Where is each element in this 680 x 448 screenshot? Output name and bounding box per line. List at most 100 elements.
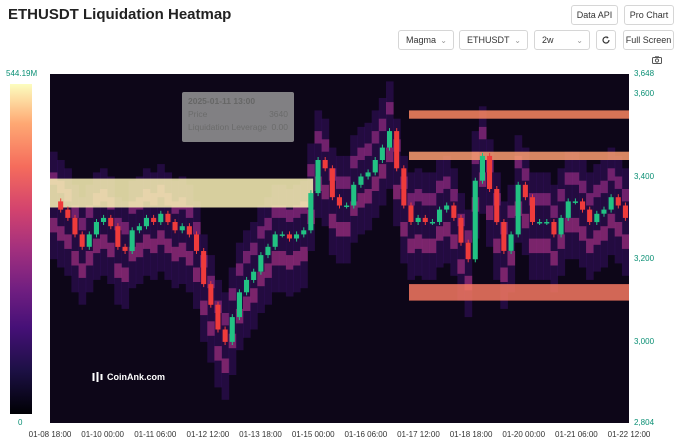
candle [72,217,78,235]
candle [379,147,385,160]
coinank-logo-icon [92,372,103,382]
watermark: CoinAnk.com [92,372,165,382]
candle [394,131,400,169]
heatmap-cell [579,226,587,241]
heatmap-cell [521,213,530,229]
heatmap-cell [407,238,415,254]
heatmap-cell [335,222,344,237]
page-title: ETHUSDT Liquidation Heatmap [8,6,232,23]
candle [358,176,364,185]
heatmap-cell [271,251,280,266]
heatmap-cell [614,176,623,189]
heatmap-cell [621,234,629,249]
candle [208,284,214,305]
heatmap-cell [371,176,380,191]
heatmap-cell [421,193,430,206]
heatmap-cell [343,155,351,264]
symbol-select[interactable]: ETHUSDT ⌄ [459,30,528,50]
refresh-button[interactable] [596,30,616,50]
liquidation-heatmap[interactable] [50,74,629,423]
liquidation-band [409,151,629,160]
x-tick-label: 01-20 00:00 [502,430,546,439]
heatmap-cell [293,251,301,266]
heatmap-cell [593,230,601,245]
heatmap-cell [586,238,594,254]
candle [308,193,314,231]
candle [494,189,500,223]
y-tick-label: 3,600 [634,88,655,98]
refresh-icon [602,36,610,44]
watermark-text: CoinAnk.com [107,372,166,382]
full-screen-button[interactable]: Full Screen [623,30,674,50]
pro-chart-button[interactable]: Pro Chart [624,5,674,25]
candle [365,172,371,177]
candle [179,226,185,231]
candle [315,160,321,194]
heatmap-cell [436,180,444,194]
palette-select[interactable]: Magma ⌄ [398,30,454,50]
data-api-button[interactable]: Data API [571,5,618,25]
candle [58,201,64,210]
heatmap-cell [428,238,437,254]
candle [151,217,157,222]
candle [615,197,621,206]
candle [279,234,285,236]
liquidation-band [409,110,629,119]
heatmap-cell [185,251,194,266]
heatmap-cell [321,184,330,200]
heatmap-cell [207,255,215,363]
y-tick-label: 3,648 [634,69,655,78]
heatmap-cell [235,263,244,276]
candle [372,160,378,173]
timeframe-value: 2w [542,35,554,45]
x-tick-label: 01-15 00:00 [291,430,335,439]
heatmap-cell [150,238,158,254]
candle [465,242,471,260]
heatmap-cell [393,184,401,200]
candle [251,271,257,280]
heatmap-cell [64,234,72,249]
colorbar-max-label: 544.19M [6,69,38,78]
heatmap-cell [243,251,251,264]
heatmap-cell [307,164,315,177]
tooltip-price-value: 3640 [269,109,288,119]
heatmap-cell [264,263,272,278]
candle [272,234,278,247]
camera-icon[interactable] [652,56,662,64]
heatmap-cell [400,222,408,237]
heatmap-cell [543,238,551,254]
candle [93,222,99,235]
heatmap-cell [378,164,387,179]
candle [229,317,235,342]
heatmap-cell [200,300,208,316]
heatmap-cell [285,209,294,222]
heatmap-cell [500,267,508,282]
candle [601,209,607,214]
heatmap-cell [114,197,122,305]
heatmap-cell [607,168,616,181]
candle [515,184,521,235]
timeframe-select[interactable]: 2w ⌄ [534,30,590,50]
heatmap-cell [550,184,558,293]
liquidation-band [50,178,314,208]
candle [186,226,192,235]
heatmap-cell [57,226,65,241]
candle [508,234,514,251]
heatmap-cell [228,288,237,301]
candle [551,222,557,235]
candle [622,205,628,218]
candle [429,222,435,224]
heatmap-cell [543,193,551,206]
heatmap-cell [328,147,337,256]
heatmap-cell [528,172,537,280]
heatmap-cell [207,321,215,336]
heatmap-cell [493,238,501,254]
liquidation-band [409,284,629,301]
heatmap-cell [157,230,165,245]
heatmap-cell [107,242,115,258]
heatmap-cell [450,168,458,276]
candle [594,213,600,223]
heatmap-cell [343,176,351,189]
heatmap-cell [386,102,394,115]
candle [244,279,250,293]
